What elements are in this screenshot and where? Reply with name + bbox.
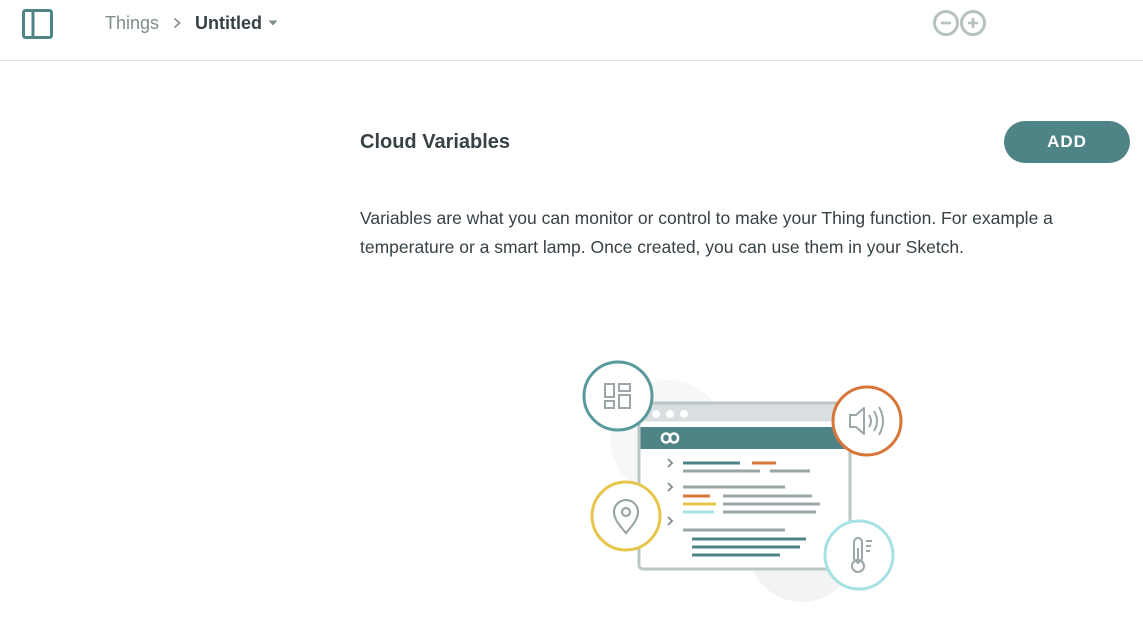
arduino-logo xyxy=(931,9,989,37)
breadcrumb-things-link[interactable]: Things xyxy=(105,13,159,34)
thermometer-icon xyxy=(823,519,895,591)
dashboard-widgets-icon xyxy=(582,360,654,432)
add-variable-button[interactable]: ADD xyxy=(1004,121,1130,163)
breadcrumb: Things Untitled xyxy=(105,11,278,35)
cloud-variables-illustration xyxy=(580,358,906,604)
sidebar-toggle-icon[interactable] xyxy=(21,8,55,40)
location-pin-icon xyxy=(590,480,662,552)
caret-down-icon[interactable] xyxy=(268,20,278,26)
section-description: Variables are what you can monitor or co… xyxy=(360,208,1053,257)
top-bar: Things Untitled xyxy=(0,0,1143,61)
section-title: Cloud Variables xyxy=(360,131,511,153)
speaker-icon xyxy=(831,385,903,457)
thing-title[interactable]: Untitled xyxy=(195,13,262,34)
chevron-right-icon xyxy=(173,17,181,29)
browser-window-graphic xyxy=(637,401,852,571)
